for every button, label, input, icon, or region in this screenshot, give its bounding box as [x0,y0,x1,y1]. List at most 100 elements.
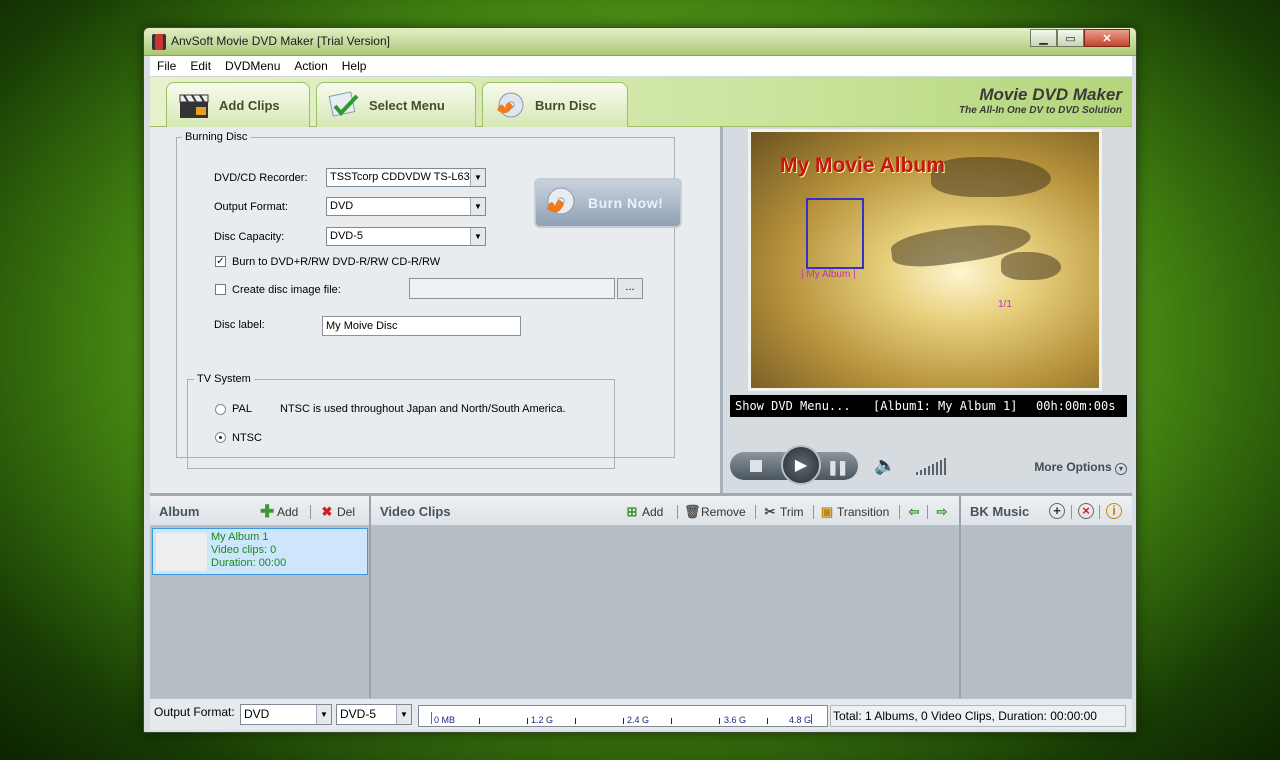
totals-summary: Total: 1 Albums, 0 Video Clips, Duration… [830,705,1126,727]
clip-add-button[interactable]: ⊞ Add [625,504,664,519]
chevron-down-icon: ▼ [1115,463,1127,475]
stop-icon[interactable] [750,460,762,472]
clip-transition-button[interactable]: ▣ Transition [820,505,889,519]
move-right-button[interactable]: ⇨ [935,505,952,519]
chevron-down-icon[interactable]: ▼ [470,198,485,215]
status-time: 00h:00m:00s [1036,399,1116,413]
pal-radio[interactable] [215,404,226,415]
album-caption: | My Album | [801,269,856,280]
menu-preview[interactable]: My Movie Album | My Album | 1/1 [748,129,1102,391]
play-button[interactable]: ▶ [781,445,821,485]
clip-trim-button[interactable]: ✂ Trim [763,505,804,519]
burning-disc-icon [497,92,524,118]
more-options-label: More Options [1034,460,1112,474]
brand-tagline: The All-In One DV to DVD Solution [959,105,1122,116]
burning-disc-icon [547,187,575,215]
maximize-button[interactable]: ▭ [1057,29,1084,47]
separator [927,505,928,519]
album-del-button[interactable]: ✖ Del [320,505,355,519]
chevron-down-icon[interactable]: ▼ [316,705,331,724]
tv-system-group: TV System PAL NTSC is used throughout Ja… [187,373,615,469]
window-title: AnvSoft Movie DVD Maker [Trial Version] [171,34,390,48]
burning-disc-legend: Burning Disc [182,131,251,143]
tab-burn-disc[interactable]: Burn Disc [482,82,628,127]
plus-icon: + [1049,503,1065,519]
menu-action[interactable]: Action [287,59,334,73]
burn-to-checkbox[interactable]: ✓ [215,256,226,267]
menu-file[interactable]: File [150,59,183,73]
footer-format-select[interactable]: DVD ▼ [240,704,332,725]
menu-dvdmenu[interactable]: DVDMenu [218,59,287,73]
arrow-right-icon: ⇨ [936,504,948,519]
separator [1071,505,1072,519]
footer-capacity-select[interactable]: DVD-5 ▼ [336,704,412,725]
bk-music-header: BK Music + × i [961,496,1132,526]
disc-label-input[interactable]: My Moive Disc [322,316,521,336]
recorder-value: TSSTcorp CDDVDW TS-L63 [330,171,470,183]
volume-icon[interactable]: 🔈 [874,455,896,476]
create-image-checkbox[interactable] [215,284,226,295]
chevron-down-icon[interactable]: ▼ [396,705,411,724]
tab-select-menu[interactable]: Select Menu [316,82,476,127]
app-window: AnvSoft Movie DVD Maker [Trial Version] … [143,27,1137,733]
minimize-button[interactable]: ▁ [1030,29,1057,47]
chevron-down-icon[interactable]: ▼ [470,169,485,186]
volume-slider[interactable] [916,457,946,475]
close-button[interactable]: ✕ [1084,29,1130,47]
album-list-item[interactable]: My Album 1 Video clips: 0 Duration: 00:0… [152,528,368,575]
page-indicator: 1/1 [998,299,1012,310]
plus-icon: ✚ [260,502,275,521]
album-duration: Duration: 00:00 [211,557,287,569]
separator [310,505,311,519]
clapperboard-icon [179,94,209,118]
title-bar[interactable]: AnvSoft Movie DVD Maker [Trial Version] … [144,28,1136,56]
menu-help[interactable]: Help [335,59,374,73]
burn-now-label: Burn Now! [588,195,664,211]
create-image-label: Create disc image file: [232,284,341,296]
footer-format-label: Output Format: [154,705,235,719]
menu-edit[interactable]: Edit [183,59,218,73]
ntsc-radio[interactable] [215,432,226,443]
meter-label: 2.4 G [627,715,650,725]
music-add-button[interactable]: + [1049,503,1068,519]
column-divider[interactable] [959,496,961,701]
music-remove-button[interactable]: × [1078,503,1097,519]
output-format-select[interactable]: DVD ▼ [326,197,486,216]
tv-system-legend: TV System [194,373,254,385]
clip-trim-label: Trim [780,505,804,519]
info-icon: i [1106,503,1122,519]
recorder-select[interactable]: TSSTcorp CDDVDW TS-L63 ▼ [326,168,486,187]
bottom-area: Album ✚ Add ✖ Del My Album 1 Video clips… [150,493,1132,701]
move-left-button[interactable]: ⇦ [907,505,924,519]
add-clip-icon: ⊞ [626,504,638,519]
album-header: Album ✚ Add ✖ Del [150,496,369,526]
ntsc-label: NTSC [232,432,262,444]
album-thumbnail-frame[interactable] [806,198,864,269]
album-title: Album [159,504,200,519]
pause-icon[interactable]: ❚❚ [827,459,849,476]
column-divider[interactable] [369,496,371,701]
clip-remove-button[interactable]: 🗑 Remove [684,505,746,519]
arrow-left-icon: ⇦ [908,504,920,519]
map-land [931,157,1051,197]
meter-label: 0 MB [434,715,456,725]
chevron-down-icon[interactable]: ▼ [470,228,485,245]
disc-capacity-select[interactable]: DVD-5 ▼ [326,227,486,246]
scissors-icon: ✂ [764,504,776,519]
music-info-button[interactable]: i [1106,503,1125,519]
map-land [1001,252,1061,280]
more-options-button[interactable]: More Options ▼ [1034,460,1127,475]
album-add-button[interactable]: ✚ Add [260,502,298,521]
close-icon: × [1078,503,1094,519]
bk-music-title: BK Music [970,504,1030,519]
tab-add-clips[interactable]: Add Clips [166,82,310,127]
video-clips-title: Video Clips [380,504,451,519]
clip-add-label: Add [642,505,664,519]
burn-now-button[interactable]: Burn Now! [534,178,682,228]
transition-icon: ▣ [820,504,834,519]
brand: Movie DVD Maker The All-In One DV to DVD… [959,85,1122,116]
disc-label-label: Disc label: [214,319,265,331]
browse-button[interactable]: ... [617,278,643,299]
image-path-input[interactable] [409,278,615,299]
menu-bar: File Edit DVDMenu Action Help [150,56,1132,77]
